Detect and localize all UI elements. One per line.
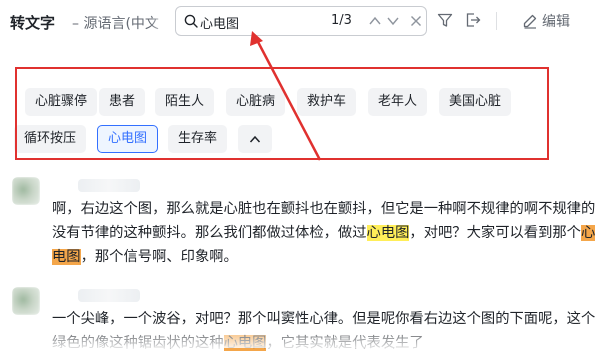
avatar <box>12 177 40 205</box>
clear-icon[interactable] <box>410 15 422 27</box>
transcript-paragraph: 啊，右边这个图，那么就是心脏也在颤抖也在颤抖，但它是一种啊不规律的啊不规律的 没有… <box>52 197 596 269</box>
edit-label: 编辑 <box>542 14 570 30</box>
transcript-line: 没有节律的这种颤抖。那么我们都做过体检，做过心电图，对吧？大家可以看到那个心 <box>52 221 596 245</box>
exit-icon[interactable] <box>465 12 481 28</box>
search-box[interactable]: 心电图 1/3 <box>175 6 427 36</box>
page-title: 转文字 <box>10 14 56 32</box>
source-language-selector[interactable]: – 源语言(中文 <box>72 13 168 33</box>
annotation-frame <box>15 67 549 160</box>
speaker-name-blurred <box>78 179 140 192</box>
transcript-text: ，对吧？大家可以看到那个 <box>409 225 581 241</box>
header: 转文字 – 源语言(中文 心电图 1/3 编辑 <box>0 0 600 44</box>
avatar <box>12 287 40 315</box>
transcript-text: 没有节律的这种颤抖。那么我们都做过体检，做过 <box>52 225 367 241</box>
scroll-fade <box>0 322 600 348</box>
divider <box>496 12 497 30</box>
speaker-name-blurred <box>78 289 140 302</box>
search-result-count: 1/3 <box>331 13 352 28</box>
transcript-text: 啊，右边这个图，那么就是心脏也在颤抖也在颤抖，但它是一种啊不规律的啊不规律的 <box>52 201 596 217</box>
transcript-text: ，那个信号啊、印象啊。 <box>80 249 238 265</box>
search-match[interactable]: 心 <box>580 225 596 241</box>
search-input[interactable]: 心电图 <box>200 13 239 32</box>
transcript-line: 啊，右边这个图，那么就是心脏也在颤抖也在颤抖，但它是一种啊不规律的啊不规律的 <box>52 197 595 221</box>
search-icon <box>184 14 198 28</box>
filter-icon[interactable] <box>437 12 453 28</box>
transcript-line: 电图，那个信号啊、印象啊。 <box>52 245 584 269</box>
edit-icon <box>523 14 537 29</box>
chevron-down-icon[interactable] <box>386 15 400 27</box>
search-match-current[interactable]: 心电图 <box>366 225 410 241</box>
search-match[interactable]: 电图 <box>52 249 81 265</box>
chevron-up-icon[interactable] <box>368 15 382 27</box>
